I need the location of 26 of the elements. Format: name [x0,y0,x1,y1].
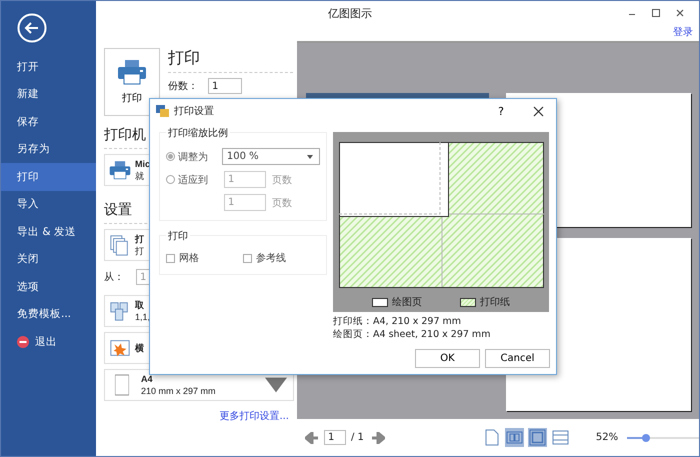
info-text: 绘图页：A4 sheet, 210 x 297 mm [333,328,492,341]
section-heading: 打印机 [104,126,146,144]
card-subtitle: 打 [135,245,144,257]
card-subtitle: 210 mm x 297 mm [141,385,216,397]
copies-label: 份数： [168,80,198,93]
info-text: 打印纸：A4, 210 x 297 mm [333,315,462,328]
range-label: 从： [104,270,124,284]
card-title: 打 [135,233,144,245]
window-title: 亿图图示 [328,6,372,20]
zoom-level: 52% [596,432,618,443]
printer-status: 就 [135,170,144,182]
card-title: 横 [135,342,144,354]
group-title: 打印缩放比例 [166,126,230,140]
page-total: / 1 [351,432,364,443]
group-title: 打印 [166,229,190,243]
section-heading: 设置 [104,201,132,219]
legend-label: 绘图页 [392,296,422,309]
unit-label: 页数 [272,196,292,210]
legend-label: 打印纸 [480,296,510,309]
dialog-title: 打印设置 [174,104,214,118]
card-title: 取 [135,299,144,311]
printer-name: Mic [135,158,150,170]
unit-label: 页数 [272,174,292,186]
card-subtitle: 1,1, [135,311,150,323]
card-title: A4 [141,373,153,385]
section-heading: 打印 [168,48,201,68]
